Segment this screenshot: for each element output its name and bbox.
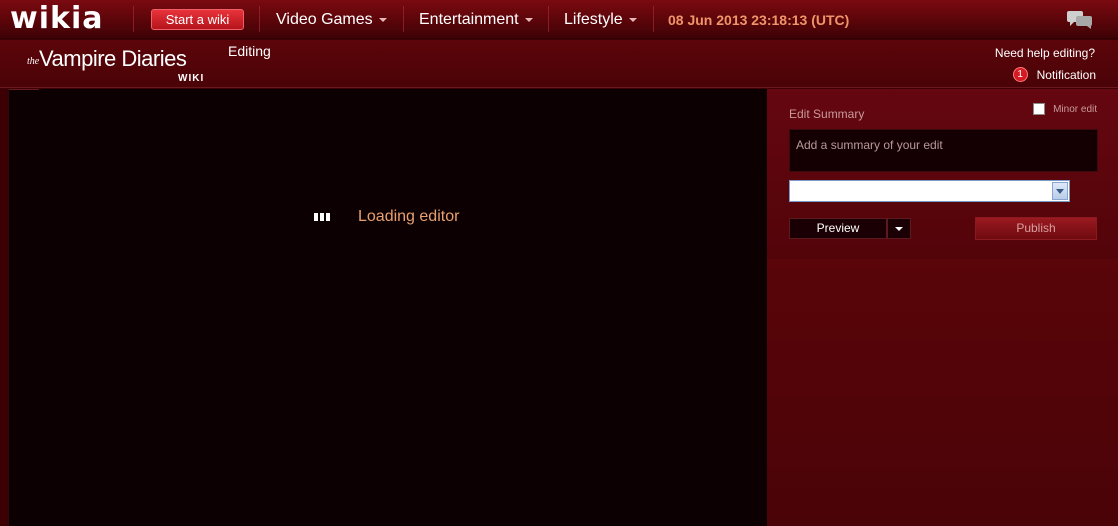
edit-rail: Edit Summary Minor edit Add a summary of…: [767, 89, 1118, 526]
preview-dropdown-button[interactable]: [887, 218, 911, 239]
notification-link[interactable]: 1 Notification: [1012, 67, 1096, 82]
edit-summary-label: Edit Summary: [789, 107, 865, 121]
notification-label: Notification: [1036, 67, 1096, 82]
minor-edit-toggle[interactable]: Minor edit: [1033, 103, 1097, 115]
notification-badge: 1: [1012, 67, 1028, 82]
nav-item-entertainment[interactable]: Entertainment: [419, 9, 533, 31]
chevron-down-icon: [524, 17, 533, 22]
chevron-down-icon: [628, 17, 637, 22]
nav-item-lifestyle[interactable]: Lifestyle: [564, 9, 637, 31]
page-title: Editing: [228, 43, 271, 59]
publish-button[interactable]: Publish: [975, 217, 1097, 240]
nav-item-label: Video Games: [276, 11, 373, 28]
start-a-wiki-button[interactable]: Start a wiki: [151, 9, 244, 30]
editor-area[interactable]: Loading editor: [8, 89, 767, 526]
wordmark-suffix: WIKI: [178, 73, 205, 84]
chevron-down-icon: [378, 17, 387, 22]
loading-text: Loading editor: [358, 208, 460, 225]
nav-item-label: Entertainment: [419, 11, 519, 28]
loading-indicator: Loading editor: [314, 208, 459, 226]
wikia-logo[interactable]: wikia: [10, 2, 103, 36]
nav-divider: [403, 6, 404, 32]
wiki-header: the Vampire Diaries WIKI Editing Need he…: [0, 40, 1118, 88]
global-nav: wikia Start a wiki Video Games Entertain…: [0, 0, 1118, 39]
nav-item-label: Lifestyle: [564, 11, 623, 28]
wordmark-title: Vampire Diaries: [39, 46, 187, 71]
nav-divider: [133, 6, 134, 32]
chevron-down-icon[interactable]: [1052, 182, 1068, 200]
editor-divider: [9, 89, 39, 90]
wiki-wordmark[interactable]: the Vampire Diaries WIKI: [18, 43, 208, 87]
nav-divider: [259, 6, 260, 32]
minor-edit-label: Minor edit: [1053, 103, 1097, 115]
speech-bubbles-icon[interactable]: [1066, 10, 1094, 30]
minor-edit-checkbox[interactable]: [1033, 103, 1046, 115]
nav-divider: [653, 6, 654, 32]
summary-select[interactable]: [789, 180, 1070, 202]
datetime: 08 Jun 2013 23:18:13 (UTC): [668, 12, 850, 28]
nav-divider: [548, 6, 549, 32]
help-editing-link[interactable]: Need help editing?: [995, 46, 1095, 60]
edit-summary-input[interactable]: Add a summary of your edit: [789, 129, 1098, 172]
loading-bars-icon: [314, 213, 330, 221]
nav-item-video-games[interactable]: Video Games: [276, 9, 387, 31]
wordmark-prefix: the: [27, 56, 40, 67]
preview-button[interactable]: Preview: [789, 218, 887, 239]
